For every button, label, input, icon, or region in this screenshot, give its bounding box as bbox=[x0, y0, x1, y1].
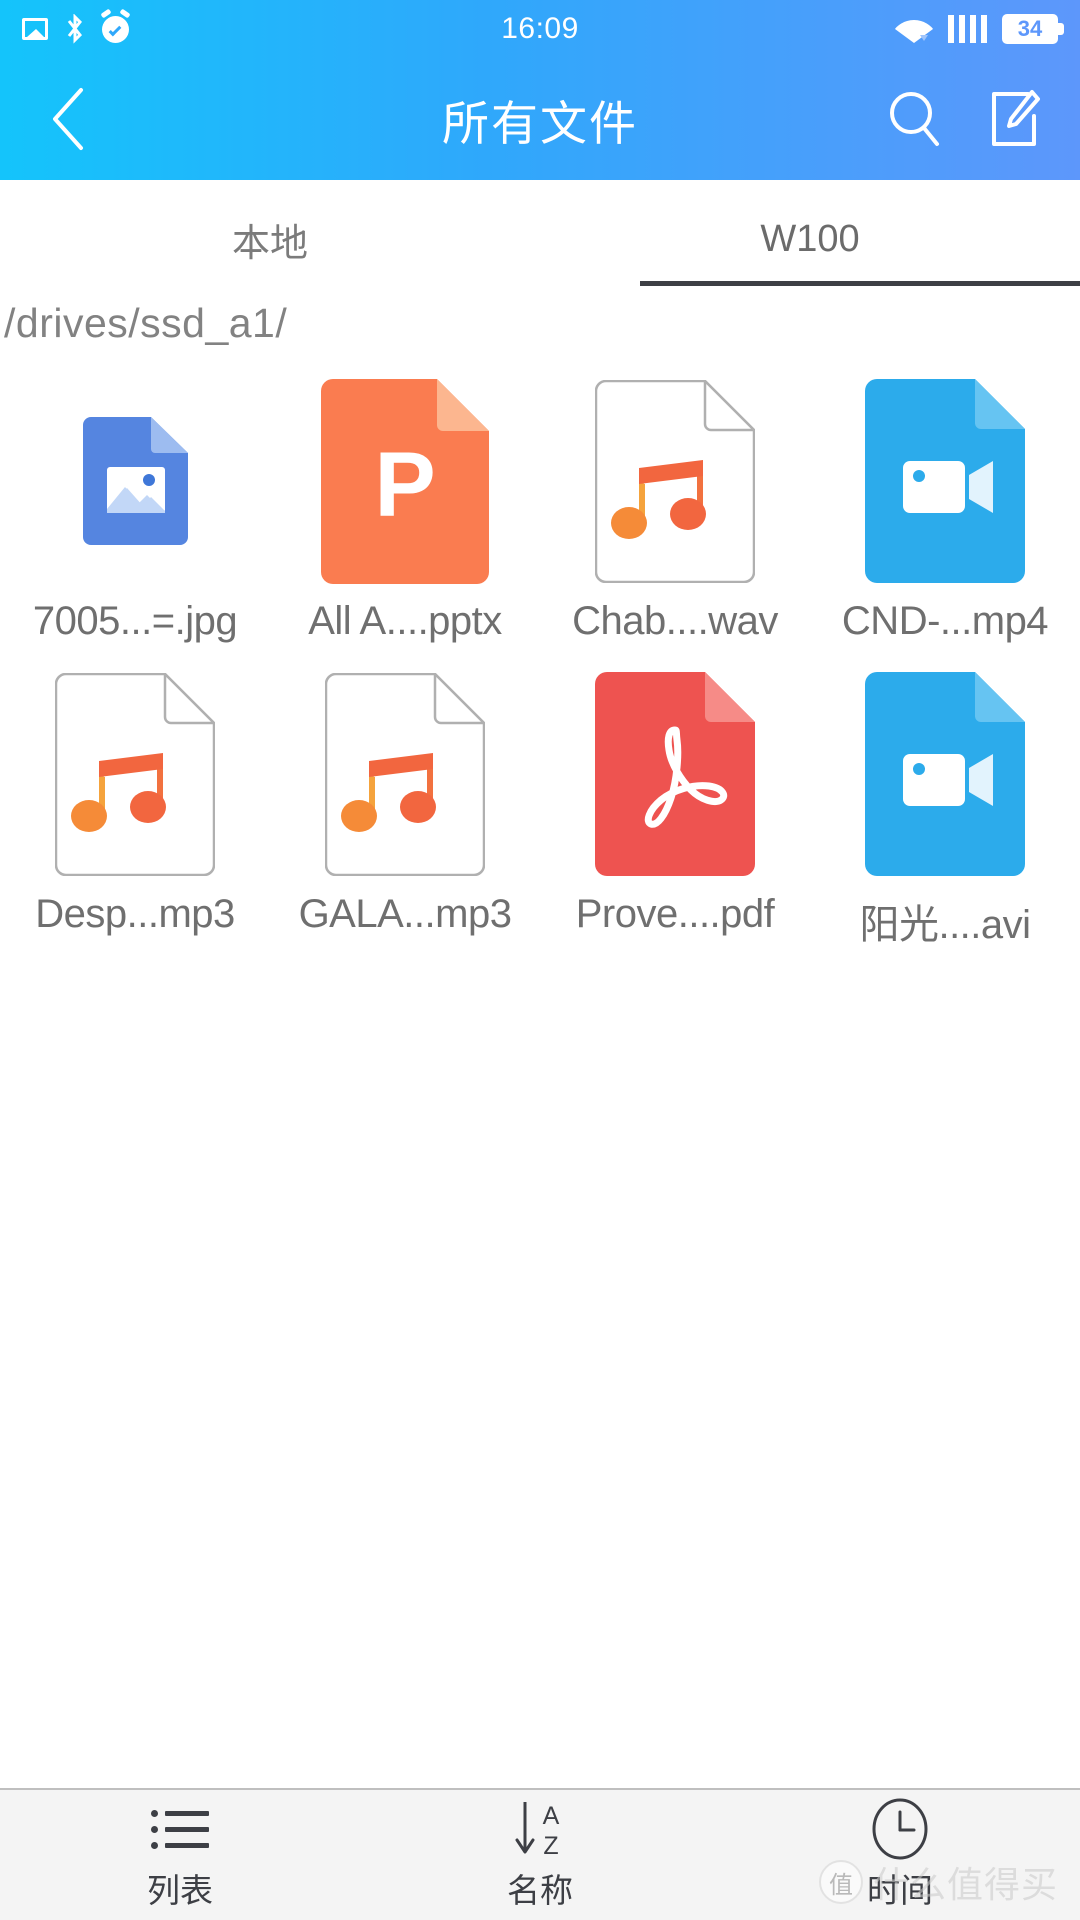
video-file-icon bbox=[865, 660, 1025, 888]
alarm-check-mark bbox=[108, 23, 122, 36]
svg-text:A: A bbox=[543, 1802, 560, 1830]
file-name: 7005...=.jpg bbox=[32, 599, 238, 643]
file-item[interactable]: 阳光....avi bbox=[810, 654, 1080, 950]
bluetooth-icon bbox=[64, 14, 86, 44]
bottom-item-name[interactable]: A Z 名称 bbox=[360, 1790, 720, 1920]
bottom-item-list[interactable]: 列表 bbox=[0, 1790, 360, 1920]
svg-text:Z: Z bbox=[543, 1832, 558, 1860]
tab-w100-label: W100 bbox=[760, 217, 860, 260]
video-file-icon bbox=[865, 367, 1025, 595]
file-name: Prove....pdf bbox=[575, 892, 775, 936]
alarm-clock-icon bbox=[102, 15, 129, 43]
file-item[interactable]: P All A....pptx bbox=[270, 361, 540, 644]
file-name: Chab....wav bbox=[572, 599, 778, 643]
battery-level-text: 34 bbox=[1017, 16, 1043, 41]
sort-az-icon: A Z bbox=[511, 1798, 569, 1860]
search-icon[interactable] bbox=[886, 89, 944, 149]
signal-bar-4 bbox=[981, 15, 987, 43]
svg-text:P: P bbox=[374, 434, 435, 536]
breadcrumb[interactable]: /drives/ssd_a1/ bbox=[0, 298, 1080, 361]
image-file-icon bbox=[82, 367, 188, 595]
wifi-icon bbox=[895, 16, 933, 43]
file-name: CND-...mp4 bbox=[841, 599, 1049, 643]
powerpoint-file-icon: P bbox=[321, 367, 489, 595]
tab-local[interactable]: 本地 bbox=[0, 180, 540, 298]
image-icon bbox=[22, 18, 48, 40]
bottom-item-name-label: 名称 bbox=[507, 1872, 573, 1909]
file-item[interactable]: GALA...mp3 bbox=[270, 654, 540, 950]
file-item[interactable]: CND-...mp4 bbox=[810, 361, 1080, 644]
storage-tabs: 本地 W100 bbox=[0, 180, 1080, 298]
file-item[interactable]: 7005...=.jpg bbox=[0, 361, 270, 644]
signal-bar-3 bbox=[970, 15, 976, 43]
tab-w100[interactable]: W100 bbox=[540, 180, 1080, 298]
pdf-file-icon bbox=[595, 660, 755, 888]
file-item[interactable]: Chab....wav bbox=[540, 361, 810, 644]
bottom-toolbar: 列表 A Z 名称 时间 值 什么值得买 bbox=[0, 1788, 1080, 1920]
compose-icon[interactable] bbox=[986, 88, 1042, 150]
status-bar-left-icons bbox=[22, 14, 129, 44]
status-bar: 16:09 34 bbox=[0, 0, 1080, 58]
phone-screen: 16:09 34 所有文件 本地 W100 /drives/ssd_a1/ 70… bbox=[0, 0, 1080, 1920]
bottom-item-time[interactable]: 时间 bbox=[720, 1790, 1080, 1920]
file-item[interactable]: Desp...mp3 bbox=[0, 654, 270, 950]
file-grid: 7005...=.jpg P All A....pptx Chab....wav… bbox=[0, 361, 1080, 950]
tab-local-label: 本地 bbox=[231, 222, 308, 265]
signal-bars-icon bbox=[948, 15, 987, 43]
clock-icon bbox=[869, 1798, 931, 1860]
audio-file-icon bbox=[55, 660, 215, 888]
file-item[interactable]: Prove....pdf bbox=[540, 654, 810, 950]
file-name: GALA...mp3 bbox=[298, 892, 512, 936]
audio-file-icon bbox=[595, 367, 755, 595]
back-button[interactable] bbox=[38, 84, 100, 154]
file-name: All A....pptx bbox=[308, 599, 502, 643]
audio-file-icon bbox=[325, 660, 485, 888]
bottom-item-time-label: 时间 bbox=[867, 1872, 933, 1909]
signal-bar-1 bbox=[948, 15, 954, 43]
list-view-icon bbox=[151, 1798, 209, 1860]
status-bar-right-icons: 34 bbox=[895, 14, 1064, 44]
file-name: 阳光....avi bbox=[859, 903, 1031, 947]
bottom-item-list-label: 列表 bbox=[147, 1872, 213, 1909]
header-actions bbox=[886, 88, 1042, 150]
file-browser: 7005...=.jpg P All A....pptx Chab....wav… bbox=[0, 361, 1080, 1788]
breadcrumb-path: /drives/ssd_a1/ bbox=[4, 300, 288, 346]
file-name: Desp...mp3 bbox=[35, 892, 235, 936]
app-header: 所有文件 bbox=[0, 58, 1080, 180]
battery-icon: 34 bbox=[1002, 14, 1064, 44]
signal-bar-2 bbox=[959, 15, 965, 43]
